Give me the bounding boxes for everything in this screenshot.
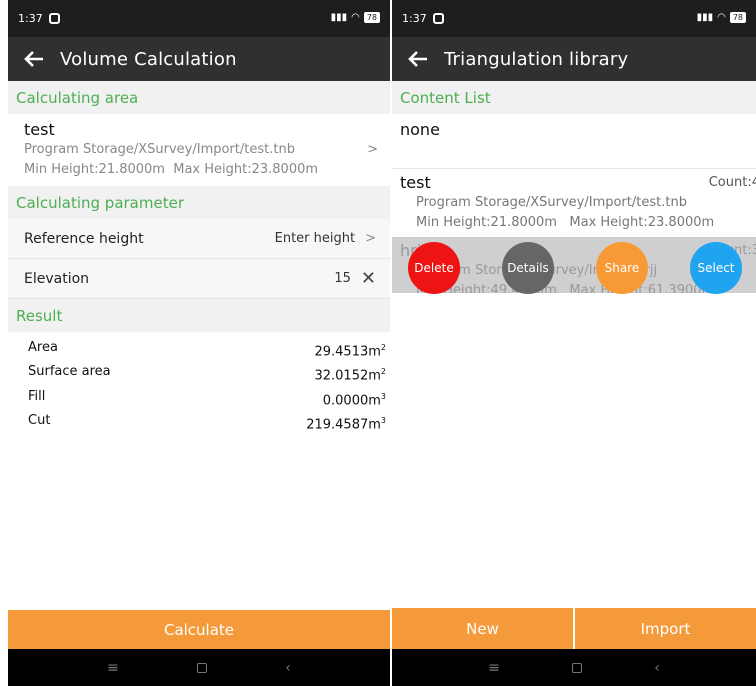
item-name: test	[400, 173, 431, 192]
page-title: Volume Calculation	[60, 48, 237, 70]
menu-icon[interactable]: ≡	[488, 660, 500, 676]
volume-calculation-screen: 1:37 ▮▮▮ ◠ 78 Volume Calculation Calcula…	[8, 0, 390, 686]
item-path: Program Storage/XSurvey/Import/test.tnb	[416, 195, 687, 210]
status-time: 1:37	[18, 12, 43, 25]
notification-icon	[48, 13, 60, 24]
result-label: Cut	[28, 412, 51, 428]
signal-icon: ▮▮▮	[696, 12, 714, 23]
battery-icon: 78	[729, 12, 746, 23]
content-list-header: Content List	[392, 81, 756, 114]
import-button[interactable]: Import	[575, 608, 756, 649]
reference-height-value: Enter height	[274, 231, 356, 246]
calculating-area-header: Calculating area	[8, 81, 390, 114]
unit-exponent: 3	[380, 391, 386, 401]
page-title: Triangulation library	[444, 48, 629, 70]
elevation-row[interactable]: Elevation 15 ✕	[8, 259, 390, 299]
clear-icon[interactable]: ✕	[361, 268, 376, 289]
system-nav-bar: ≡ ‹	[392, 649, 756, 686]
details-button[interactable]: Details	[502, 242, 554, 294]
reference-height-label: Reference height	[24, 230, 144, 247]
none-item[interactable]: none	[392, 114, 756, 169]
back-arrow-icon[interactable]	[18, 43, 50, 75]
unit-exponent: 3	[380, 415, 386, 425]
battery-icon: 78	[363, 12, 380, 23]
select-button[interactable]: Select	[690, 242, 742, 294]
item-count: Count:4	[708, 175, 756, 190]
result-label: Area	[28, 340, 58, 355]
status-bar: 1:37 ▮▮▮ ◠ 78	[392, 0, 756, 37]
result-label: Surface area	[28, 364, 111, 380]
area-path: Program Storage/XSurvey/Import/test.tnb	[24, 142, 295, 157]
menu-icon[interactable]: ≡	[107, 660, 119, 676]
result-row: Area 29.4513m2	[28, 338, 386, 362]
calculate-button[interactable]: Calculate	[8, 610, 390, 649]
item-max-height: Max Height:23.8000m	[569, 215, 715, 230]
result-header: Result	[8, 299, 390, 332]
app-bar: Triangulation library	[392, 37, 756, 81]
nav-back-icon[interactable]: ‹	[654, 660, 660, 676]
notification-icon	[432, 13, 444, 24]
new-button[interactable]: New	[392, 608, 573, 649]
chevron-right-icon: >	[365, 231, 376, 246]
area-item[interactable]: test Program Storage/XSurvey/Import/test…	[8, 114, 390, 186]
chevron-right-icon: >	[367, 142, 378, 157]
result-row: Cut 219.4587m3	[28, 411, 386, 435]
delete-button[interactable]: Delete	[408, 242, 460, 294]
result-value: 0.0000m	[322, 392, 381, 408]
item-heights: Min Height:21.8000m Max Height:23.8000m	[400, 213, 748, 233]
status-time: 1:37	[402, 12, 427, 25]
system-nav-bar: ≡ ‹	[8, 649, 390, 686]
area-max-height: Max Height:23.8000m	[173, 162, 319, 177]
area-min-height: Min Height:21.8000m	[24, 162, 165, 177]
result-list: Area 29.4513m2 Surface area 32.0152m2 Fi…	[8, 332, 390, 435]
status-icons: ▮▮▮ ◠ 78	[331, 12, 380, 23]
nav-back-icon[interactable]: ‹	[285, 660, 291, 676]
home-icon[interactable]	[197, 662, 208, 673]
library-item[interactable]: test Count:4 Program Storage/XSurvey/Imp…	[392, 169, 756, 237]
result-row: Surface area 32.0152m2	[28, 362, 386, 386]
app-bar: Volume Calculation	[8, 37, 390, 81]
status-icons: ▮▮▮ ◠ 78	[697, 12, 746, 23]
reference-height-row[interactable]: Reference height Enter height >	[8, 219, 390, 259]
signal-icon: ▮▮▮	[330, 12, 348, 23]
unit-exponent: 2	[380, 367, 386, 377]
wifi-icon: ◠	[351, 12, 360, 23]
status-bar: 1:37 ▮▮▮ ◠ 78	[8, 0, 390, 37]
bottom-buttons: New Import	[392, 608, 756, 649]
triangulation-library-screen: 1:37 ▮▮▮ ◠ 78 Triangulation library Cont…	[392, 0, 756, 686]
home-icon[interactable]	[572, 662, 583, 673]
back-arrow-icon[interactable]	[402, 43, 434, 75]
elevation-label: Elevation	[24, 270, 90, 287]
result-row: Fill 0.0000m3	[28, 387, 386, 411]
unit-exponent: 2	[380, 343, 386, 352]
elevation-value: 15	[334, 271, 351, 286]
area-name: test	[24, 120, 55, 139]
item-min-height: Min Height:21.8000m	[416, 215, 557, 230]
share-button[interactable]: Share	[596, 242, 648, 294]
result-value: 219.4587m	[306, 417, 381, 433]
result-label: Fill	[28, 388, 46, 404]
area-heights: Min Height:21.8000m Max Height:23.8000m	[24, 160, 374, 180]
calculating-parameter-header: Calculating parameter	[8, 186, 390, 219]
result-value: 29.4513m	[314, 344, 381, 360]
result-value: 32.0152m	[314, 368, 381, 384]
wifi-icon: ◠	[717, 12, 726, 23]
